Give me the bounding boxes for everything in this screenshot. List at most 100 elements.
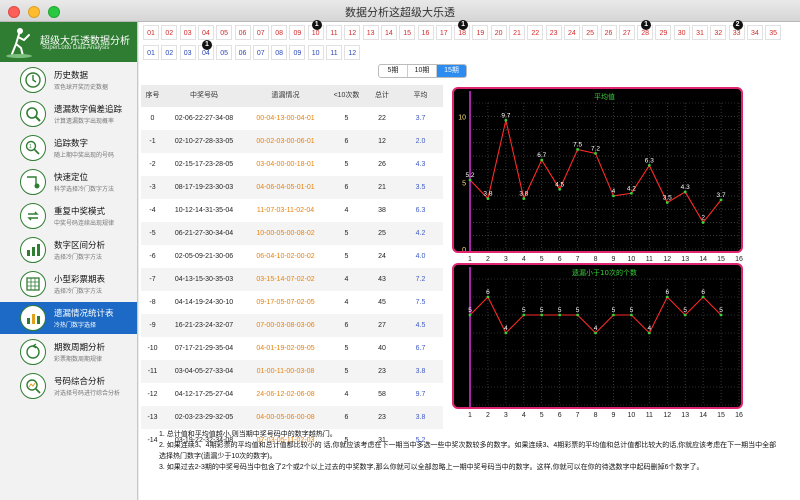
table-row[interactable]: -1 02-10-27-28-33-05 00-02-03-00-06-01 6 12 2… <box>141 130 443 153</box>
blue-number-03[interactable]: 03 <box>179 45 196 60</box>
red-number-15[interactable]: 15 <box>399 25 416 40</box>
table-row[interactable]: -4 10-12-14-31-35-04 11-07-03-11-02-04 4 38 6… <box>141 199 443 222</box>
table-cell: 6.7 <box>415 345 426 352</box>
table-header: 序号 中奖号码 遗漏情况 <10次数 总计 平均 <box>141 85 443 107</box>
blue-number-12[interactable]: 12 <box>344 45 361 60</box>
red-number-17[interactable]: 17 <box>435 25 452 40</box>
blue-number-02[interactable]: 02 <box>161 45 178 60</box>
red-number-11[interactable]: 11 <box>326 25 342 40</box>
repeat-icon <box>20 203 46 229</box>
red-number-26[interactable]: 26 <box>600 25 617 40</box>
red-count-badge: 2 <box>732 20 743 30</box>
sidebar-item-subtitle: 中奖号码连续出现规律 <box>54 221 115 227</box>
table-row[interactable]: -3 08-17-19-23-30-03 04-06-04-05-01-01 6 21 3… <box>141 176 443 199</box>
table-cell: 02-15-17-23-28-05 <box>174 161 234 168</box>
sidebar-item-0[interactable]: 历史数据 双色球开奖历史数据 <box>0 64 137 96</box>
sidebar-item-4[interactable]: 重复中奖模式中奖号码连续出现规律 <box>0 200 137 232</box>
brand-subtitle: SuperLotto Data Analysis <box>42 45 110 51</box>
column-header: <10次数 <box>333 92 360 99</box>
sidebar-item-3[interactable]: 快速定位 科学选择冷门数字方法 <box>0 166 137 198</box>
table-cell: 02-05-09-21-30-06 <box>174 253 234 260</box>
data-label: 6 <box>701 289 705 296</box>
red-number-31[interactable]: 31 <box>692 25 708 40</box>
red-number-30[interactable]: 30 <box>673 25 690 40</box>
table-row[interactable]: -9 16-21-23-24-32-07 07-00-03-08-03-06 6 27 4… <box>141 314 443 337</box>
table-cell: 06-04-10-02-00-02 <box>256 253 315 260</box>
red-number-07[interactable]: 07 <box>252 25 269 40</box>
sidebar-item-9[interactable]: 号码综合分析 对选择号码进行综合分析 <box>0 370 137 402</box>
sidebar-item-subtitle: 双色球开奖历史数据 <box>54 85 109 91</box>
red-number-05[interactable]: 05 <box>216 25 233 40</box>
table-row[interactable]: -10 07-17-21-29-35-04 04-01-19-02-09-05 5 40… <box>141 337 443 360</box>
sidebar-item-5[interactable]: 数字区间分析 选择冷门数字方法 <box>0 234 137 266</box>
sidebar-item-6[interactable]: 小型彩票期表 选择冷门数字方法 <box>0 268 137 300</box>
sidebar-item-2[interactable]: 1 追踪数字 随上期中奖出现的号码 <box>0 132 137 164</box>
red-number-12[interactable]: 12 <box>344 25 361 40</box>
golf-logo-icon <box>6 28 32 58</box>
data-point <box>665 201 669 204</box>
window-title: 数据分析这超级大乐透 <box>345 7 455 19</box>
table-row[interactable]: -11 03-04-05-27-33-04 01-00-11-00-03-08 5 23… <box>141 360 443 383</box>
count-chart-xaxis: 1 2 3 4 5 6 7 8 9 10 11 12 13 14 15 16 <box>468 412 743 419</box>
red-number-04[interactable]: 04 <box>197 25 214 40</box>
table-row[interactable]: -2 02-15-17-23-28-05 03-04-00-00-18-01 5 26 4… <box>141 153 443 176</box>
table-cell: 23 <box>378 414 386 421</box>
table-row[interactable]: -8 04-14-19-24-30-10 09-17-05-07-02-05 4 45 7… <box>141 291 443 314</box>
red-number-27[interactable]: 27 <box>618 25 635 40</box>
red-number-03[interactable]: 03 <box>179 25 196 40</box>
table-row[interactable]: -12 04-12-17-25-27-04 24-06-12-02-06-08 4 58… <box>141 383 443 406</box>
blue-number-10[interactable]: 10 <box>307 45 324 60</box>
blue-number-05[interactable]: 05 <box>216 45 233 60</box>
red-number-24[interactable]: 24 <box>563 25 580 40</box>
red-number-09[interactable]: 09 <box>289 25 306 40</box>
table-row[interactable]: -7 04-13-15-30-35-03 03-15-14-07-02-02 4 43 7… <box>141 268 443 291</box>
table-cell: -7 <box>149 276 156 283</box>
red-number-21[interactable]: 21 <box>509 25 525 40</box>
blue-number-11[interactable]: 11 <box>326 45 342 60</box>
tab-period-1[interactable]: 10期 <box>408 65 437 77</box>
data-label: 5 <box>683 307 687 314</box>
red-number-13[interactable]: 13 <box>362 25 379 40</box>
data-point <box>719 198 723 202</box>
red-number-20[interactable]: 20 <box>490 25 507 40</box>
data-label: 7.5 <box>573 141 582 148</box>
sidebar-item-8[interactable]: 期数周期分析 彩票期数周期规律 <box>0 336 137 368</box>
blue-number-09[interactable]: 09 <box>289 45 306 60</box>
red-number-34[interactable]: 34 <box>746 25 763 40</box>
blue-number-01[interactable]: 01 <box>143 45 159 60</box>
red-number-06[interactable]: 06 <box>234 25 251 40</box>
red-number-19[interactable]: 19 <box>472 25 489 40</box>
red-number-16[interactable]: 16 <box>417 25 434 40</box>
table-row[interactable]: -5 06-21-27-30-34-04 10-00-05-00-08-02 5 25 4… <box>141 222 443 245</box>
red-number-25[interactable]: 25 <box>582 25 599 40</box>
red-number-02[interactable]: 02 <box>161 25 178 40</box>
sidebar-item-1[interactable]: 遗漏数字偏差追踪 计算遗漏数字出现概率 <box>0 98 137 130</box>
tab-period-0[interactable]: 5期 <box>379 65 408 77</box>
table-row[interactable]: -13 02-03-23-29-32-05 04-00-05-06-00-08 6 23… <box>141 406 443 429</box>
table-cell: 02-10-27-28-33-05 <box>174 138 234 145</box>
red-number-14[interactable]: 14 <box>380 25 397 40</box>
red-number-22[interactable]: 22 <box>527 25 544 40</box>
data-point <box>468 313 472 317</box>
data-label: 3.8 <box>519 191 528 198</box>
table-row[interactable]: -6 02-05-09-21-30-06 06-04-10-02-00-02 5 24 4… <box>141 245 443 268</box>
table-cell: 21 <box>378 184 386 191</box>
red-count-badge: 1 <box>311 20 322 30</box>
table-cell: 4.3 <box>415 161 426 168</box>
table-cell: 38 <box>378 207 386 214</box>
table-cell: 02-06-22-27-34-08 <box>174 115 234 122</box>
sidebar-item-title: 重复中奖模式 <box>54 206 106 216</box>
red-number-35[interactable]: 35 <box>765 25 782 40</box>
red-number-23[interactable]: 23 <box>545 25 562 40</box>
sidebar-item-7[interactable]: 遗漏情况统计表 冷热门数字选择 <box>0 302 137 334</box>
red-number-01[interactable]: 01 <box>143 25 159 40</box>
red-number-29[interactable]: 29 <box>655 25 672 40</box>
blue-number-07[interactable]: 07 <box>252 45 269 60</box>
red-number-32[interactable]: 32 <box>710 25 727 40</box>
table-row[interactable]: 0 02-06-22-27-34-08 00-04-13-00-04-01 5 22 3.… <box>141 107 443 130</box>
blue-number-08[interactable]: 08 <box>271 45 288 60</box>
search-chart-icon <box>20 373 46 399</box>
tab-period-2[interactable]: 15期 <box>437 65 466 77</box>
red-number-08[interactable]: 08 <box>271 25 288 40</box>
blue-number-06[interactable]: 06 <box>234 45 251 60</box>
